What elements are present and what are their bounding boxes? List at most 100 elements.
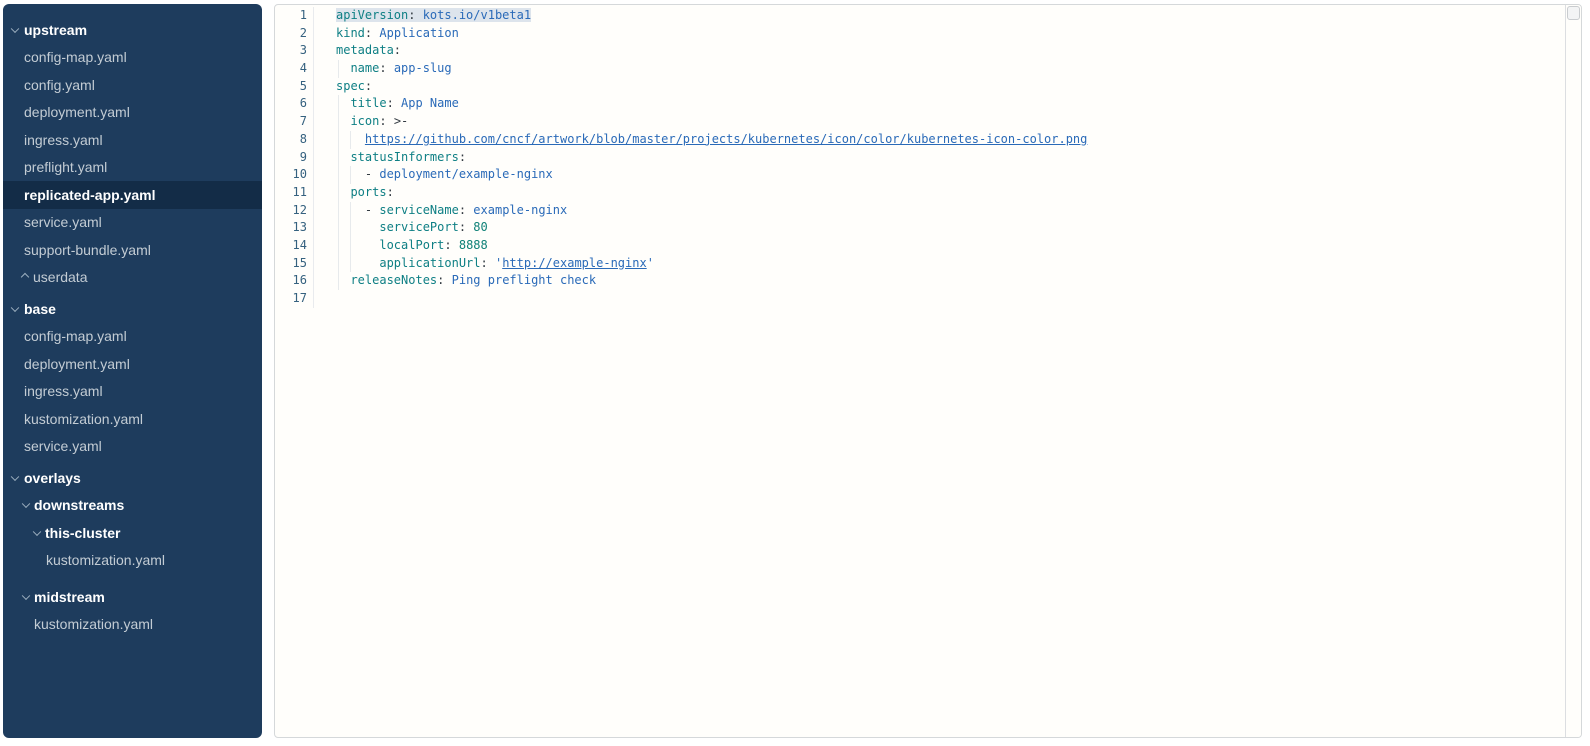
sidebar-item-userdata[interactable]: userdata bbox=[3, 264, 262, 292]
line-number: 10 bbox=[275, 166, 314, 184]
sidebar-item-preflight-yaml[interactable]: preflight.yaml bbox=[3, 154, 262, 182]
url-link[interactable]: https://github.com/cncf/artwork/blob/mas… bbox=[365, 132, 1087, 146]
sidebar-item-label: ingress.yaml bbox=[24, 132, 103, 148]
code-text: ports: bbox=[314, 184, 1566, 202]
sidebar-item-midstream[interactable]: midstream bbox=[3, 583, 262, 611]
code-token: ' bbox=[647, 256, 654, 270]
code-token bbox=[336, 238, 379, 252]
code-token: : bbox=[394, 43, 401, 57]
code-token: statusInformers bbox=[350, 150, 458, 164]
sidebar-item-label: service.yaml bbox=[24, 214, 102, 230]
sidebar-item-label: deployment.yaml bbox=[24, 356, 130, 372]
code-editor[interactable]: 1apiVersion: kots.io/v1beta12kind: Appli… bbox=[275, 5, 1566, 737]
sidebar-item-label: support-bundle.yaml bbox=[24, 242, 151, 258]
code-token: applicationUrl bbox=[379, 256, 480, 270]
code-line[interactable]: 10 - deployment/example-nginx bbox=[275, 166, 1566, 184]
editor-scrollbar[interactable] bbox=[1565, 5, 1581, 737]
indent-guide bbox=[350, 255, 351, 273]
indent-guide bbox=[338, 166, 339, 184]
sidebar-item-label: upstream bbox=[24, 22, 87, 38]
indent-guide bbox=[338, 131, 339, 149]
sidebar-item-base[interactable]: base bbox=[3, 295, 262, 323]
chevron-down-icon bbox=[22, 500, 30, 508]
sidebar-item-overlays[interactable]: overlays bbox=[3, 464, 262, 492]
code-token: : bbox=[387, 185, 394, 199]
sidebar-item-label: config.yaml bbox=[24, 77, 95, 93]
code-line[interactable]: 12 - serviceName: example-nginx bbox=[275, 202, 1566, 220]
sidebar-item-upstream[interactable]: upstream bbox=[3, 16, 262, 44]
code-text: https://github.com/cncf/artwork/blob/mas… bbox=[314, 131, 1566, 149]
sidebar-item-config-map-yaml[interactable]: config-map.yaml bbox=[3, 323, 262, 351]
code-token: : bbox=[379, 61, 386, 75]
sidebar-item-label: preflight.yaml bbox=[24, 159, 107, 175]
sidebar-item-config-yaml[interactable]: config.yaml bbox=[3, 71, 262, 99]
code-line[interactable]: 11 ports: bbox=[275, 184, 1566, 202]
code-token: : bbox=[459, 150, 466, 164]
chevron-right-icon bbox=[21, 273, 29, 281]
code-token: title bbox=[350, 96, 386, 110]
chevron-down-icon bbox=[11, 24, 19, 32]
sidebar-item-service-yaml[interactable]: service.yaml bbox=[3, 209, 262, 237]
code-line[interactable]: 6 title: App Name bbox=[275, 95, 1566, 113]
code-line[interactable]: 1apiVersion: kots.io/v1beta1 bbox=[275, 7, 1566, 25]
sidebar-item-ingress-yaml[interactable]: ingress.yaml bbox=[3, 126, 262, 154]
code-line[interactable]: 4 name: app-slug bbox=[275, 60, 1566, 78]
sidebar-item-label: downstreams bbox=[34, 497, 124, 513]
code-line[interactable]: 5spec: bbox=[275, 78, 1566, 96]
line-number: 4 bbox=[275, 60, 314, 78]
sidebar-item-kustomization-yaml[interactable]: kustomization.yaml bbox=[3, 405, 262, 433]
code-token: 80 bbox=[466, 220, 488, 234]
code-token: localPort bbox=[379, 238, 444, 252]
sidebar-item-downstreams[interactable]: downstreams bbox=[3, 492, 262, 520]
line-number: 7 bbox=[275, 113, 314, 131]
code-token: ports bbox=[350, 185, 386, 199]
code-line[interactable]: 14 localPort: 8888 bbox=[275, 237, 1566, 255]
code-token: spec bbox=[336, 79, 365, 93]
sidebar-item-ingress-yaml[interactable]: ingress.yaml bbox=[3, 378, 262, 406]
code-line[interactable]: 17 bbox=[275, 290, 1566, 308]
code-line[interactable]: 13 servicePort: 80 bbox=[275, 219, 1566, 237]
code-line[interactable]: 7 icon: >- bbox=[275, 113, 1566, 131]
sidebar-item-support-bundle-yaml[interactable]: support-bundle.yaml bbox=[3, 236, 262, 264]
code-token: Ping preflight check bbox=[444, 273, 596, 287]
code-text: applicationUrl: 'http://example-nginx' bbox=[314, 255, 1566, 273]
code-text: metadata: bbox=[314, 42, 1566, 60]
code-token: serviceName bbox=[379, 203, 458, 217]
sidebar-item-kustomization-yaml[interactable]: kustomization.yaml bbox=[3, 611, 262, 639]
code-token: icon bbox=[350, 114, 379, 128]
code-line[interactable]: 2kind: Application bbox=[275, 25, 1566, 43]
indent-guide bbox=[338, 219, 339, 237]
code-token bbox=[336, 220, 379, 234]
sidebar-item-deployment-yaml[interactable]: deployment.yaml bbox=[3, 350, 262, 378]
sidebar-item-label: kustomization.yaml bbox=[34, 616, 153, 632]
indent-guide bbox=[350, 166, 351, 184]
sidebar-item-label: overlays bbox=[24, 470, 81, 486]
code-token: servicePort bbox=[379, 220, 458, 234]
sidebar-item-config-map-yaml[interactable]: config-map.yaml bbox=[3, 44, 262, 72]
code-token: example-nginx bbox=[466, 203, 567, 217]
sidebar-item-service-yaml[interactable]: service.yaml bbox=[3, 433, 262, 461]
sidebar-item-this-cluster[interactable]: this-cluster bbox=[3, 519, 262, 547]
code-token: : bbox=[387, 96, 394, 110]
code-token: : bbox=[444, 238, 451, 252]
sidebar-item-label: ingress.yaml bbox=[24, 383, 103, 399]
code-token: : bbox=[379, 114, 386, 128]
sidebar-item-deployment-yaml[interactable]: deployment.yaml bbox=[3, 99, 262, 127]
chevron-down-icon bbox=[11, 303, 19, 311]
code-token: kots.io/v1beta1 bbox=[415, 8, 531, 22]
code-line[interactable]: 8 https://github.com/cncf/artwork/blob/m… bbox=[275, 131, 1566, 149]
scrollbar-thumb[interactable] bbox=[1567, 6, 1580, 20]
file-tree-sidebar: upstream config-map.yaml config.yaml deploy… bbox=[3, 4, 262, 738]
code-line[interactable]: 15 applicationUrl: 'http://example-nginx… bbox=[275, 255, 1566, 273]
code-line[interactable]: 16 releaseNotes: Ping preflight check bbox=[275, 272, 1566, 290]
url-link[interactable]: http://example-nginx bbox=[502, 256, 647, 270]
indent-guide bbox=[338, 149, 339, 167]
sidebar-item-replicated-app-yaml[interactable]: replicated-app.yaml bbox=[3, 181, 262, 209]
code-token: ' bbox=[488, 256, 502, 270]
code-line[interactable]: 3metadata: bbox=[275, 42, 1566, 60]
editor-panel: 1apiVersion: kots.io/v1beta12kind: Appli… bbox=[274, 4, 1582, 738]
code-line[interactable]: 9 statusInformers: bbox=[275, 149, 1566, 167]
code-text: apiVersion: kots.io/v1beta1 bbox=[314, 7, 1566, 25]
sidebar-item-kustomization-yaml[interactable]: kustomization.yaml bbox=[3, 547, 262, 575]
indent-guide bbox=[350, 219, 351, 237]
